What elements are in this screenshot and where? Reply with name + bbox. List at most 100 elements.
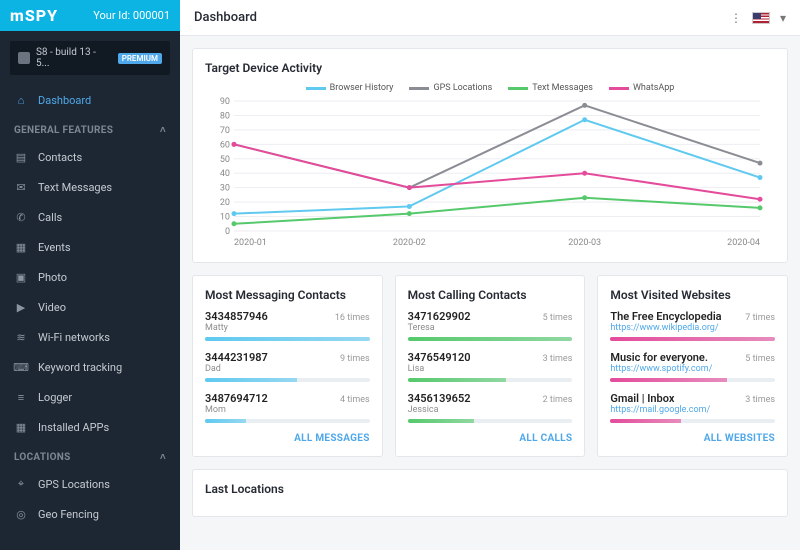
contact-count: 16 times	[335, 313, 370, 323]
nav-keyboard[interactable]: ⌨Keyword tracking	[0, 352, 180, 382]
contact-primary: Music for everyone.	[610, 351, 712, 364]
usage-bar	[610, 419, 775, 423]
nav-geo[interactable]: ◎Geo Fencing	[0, 499, 180, 529]
usage-bar	[408, 337, 573, 341]
svg-text:40: 40	[220, 169, 230, 179]
usage-bar	[205, 419, 370, 423]
svg-text:2020-01: 2020-01	[234, 238, 267, 247]
contact-item[interactable]: 3456139652Jessica2 times	[408, 392, 573, 423]
card-title: Most Calling Contacts	[408, 288, 573, 302]
contact-secondary[interactable]: https://www.wikipedia.org/	[610, 323, 721, 333]
nav-apps[interactable]: ▦Installed APPs	[0, 412, 180, 442]
contact-secondary: Teresa	[408, 323, 471, 333]
brand-logo: mSPY	[10, 6, 58, 25]
activity-chart: 01020304050607080902020-012020-022020-03…	[205, 97, 775, 247]
contact-count: 9 times	[340, 354, 370, 364]
card-title: Most Visited Websites	[610, 288, 775, 302]
contact-item[interactable]: The Free Encyclopediahttps://www.wikiped…	[610, 310, 775, 341]
nav-message[interactable]: ✉Text Messages	[0, 172, 180, 202]
contact-item[interactable]: 3487694712Mom4 times	[205, 392, 370, 423]
nav-wifi[interactable]: ≋Wi-Fi networks	[0, 322, 180, 352]
contact-secondary: Jessica	[408, 405, 471, 415]
keyboard-icon: ⌨	[14, 360, 28, 374]
sidebar: mSPY Your Id: 000001 S8 - build 13 - 5..…	[0, 0, 180, 550]
section-general[interactable]: GENERAL FEATURES ˄	[0, 115, 180, 142]
legend-item[interactable]: Text Messages	[508, 83, 593, 93]
usage-bar	[610, 378, 775, 382]
nav-label: GPS Locations	[38, 478, 110, 491]
page-title: Dashboard	[194, 10, 257, 25]
nav-label: Dashboard	[38, 94, 91, 107]
call-icon: ✆	[14, 210, 28, 224]
nav-label: Geo Fencing	[38, 508, 99, 521]
section-locations[interactable]: LOCATIONS ˄	[0, 442, 180, 469]
android-icon	[18, 52, 30, 64]
usage-bar	[205, 378, 370, 382]
contact-secondary[interactable]: https://www.spotify.com/	[610, 364, 712, 374]
nav-label: Logger	[38, 391, 72, 404]
contact-primary: The Free Encyclopedia	[610, 310, 721, 323]
contact-count: 4 times	[340, 395, 370, 405]
legend-item[interactable]: Browser History	[306, 83, 394, 93]
contact-secondary: Lisa	[408, 364, 471, 374]
svg-text:10: 10	[220, 213, 230, 223]
svg-text:0: 0	[225, 227, 230, 237]
logger-icon: ≡	[14, 390, 28, 404]
flag-us-icon[interactable]	[752, 12, 770, 24]
svg-text:2020-04: 2020-04	[727, 238, 760, 247]
usage-bar	[610, 337, 775, 341]
contact-secondary: Mom	[205, 405, 268, 415]
contact-item[interactable]: 3434857946Matty16 times	[205, 310, 370, 341]
legend-item[interactable]: GPS Locations	[409, 83, 492, 93]
nav-calendar[interactable]: ▦Events	[0, 232, 180, 262]
activity-chart-card: Target Device Activity Browser History GP…	[192, 48, 788, 263]
all-link[interactable]: ALL WEBSITES	[610, 433, 775, 444]
contact-count: 3 times	[543, 354, 573, 364]
nav-pin[interactable]: ⌖GPS Locations	[0, 469, 180, 499]
contact-count: 5 times	[745, 354, 775, 364]
contact-item[interactable]: 3476549120Lisa 3 times	[408, 351, 573, 382]
legend-swatch	[508, 87, 528, 90]
contact-primary: 3444231987	[205, 351, 268, 364]
wifi-icon: ≋	[14, 330, 28, 344]
contact-item[interactable]: 3444231987Dad9 times	[205, 351, 370, 382]
nav-logger[interactable]: ≡ Logger	[0, 382, 180, 412]
nav-label: Video	[38, 301, 66, 314]
contact-primary: 3471629902	[408, 310, 471, 323]
nav-contacts[interactable]: ▤Contacts	[0, 142, 180, 172]
contact-item[interactable]: Music for everyone.https://www.spotify.c…	[610, 351, 775, 382]
contact-item[interactable]: 3471629902Teresa5 times	[408, 310, 573, 341]
nav-dashboard[interactable]: ⌂ Dashboard	[0, 85, 180, 115]
usage-bar	[205, 337, 370, 341]
nav: ⌂ Dashboard GENERAL FEATURES ˄ ▤Contacts…	[0, 85, 180, 550]
chart-legend: Browser History GPS Locations Text Message…	[205, 83, 775, 93]
apps-icon: ▦	[14, 420, 28, 434]
legend-item[interactable]: WhatsApp	[609, 83, 674, 93]
nav-call[interactable]: ✆Calls	[0, 202, 180, 232]
nav-label: Photo	[38, 271, 67, 284]
svg-text:50: 50	[220, 155, 230, 165]
legend-swatch	[609, 87, 629, 90]
last-locations-title: Last Locations	[205, 482, 775, 496]
nav-label: Text Messages	[38, 181, 112, 194]
chevron-up-icon: ˄	[160, 125, 166, 136]
all-link[interactable]: ALL CALLS	[408, 433, 573, 444]
svg-text:60: 60	[220, 140, 230, 150]
all-link[interactable]: ALL MESSAGES	[205, 433, 370, 444]
contact-secondary: Matty	[205, 323, 268, 333]
chart-title: Target Device Activity	[205, 61, 775, 75]
device-selector[interactable]: S8 - build 13 - 5... PREMIUM	[10, 41, 170, 75]
nav-label: Contacts	[38, 151, 82, 164]
contact-primary: 3476549120	[408, 351, 471, 364]
contact-item[interactable]: Gmail | Inboxhttps://mail.google.com/3 t…	[610, 392, 775, 423]
svg-text:80: 80	[220, 111, 230, 121]
last-locations-card: Last Locations	[192, 469, 788, 517]
nav-video[interactable]: ▶Video	[0, 292, 180, 322]
main: Dashboard ⋮ ▾ Target Device Activity Bro…	[180, 0, 800, 550]
chevron-down-icon[interactable]: ▾	[780, 11, 786, 25]
kebab-menu-icon[interactable]: ⋮	[730, 11, 742, 25]
svg-text:70: 70	[220, 126, 230, 136]
nav-photo[interactable]: ▣Photo	[0, 262, 180, 292]
contact-secondary[interactable]: https://mail.google.com/	[610, 405, 710, 415]
svg-text:2020-02: 2020-02	[393, 238, 426, 247]
